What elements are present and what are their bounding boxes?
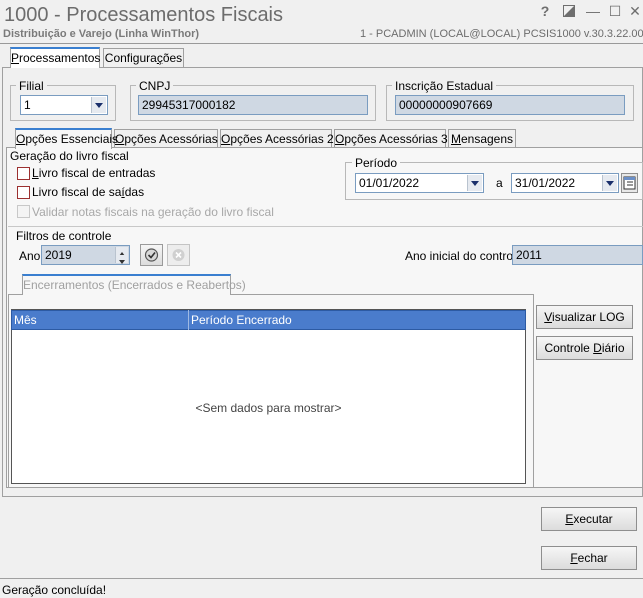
livro-entradas-text: ivro fiscal de entradas (38, 166, 156, 180)
periodo-start-date[interactable]: 01/01/2022 (355, 173, 484, 193)
chevron-down-icon[interactable] (602, 175, 617, 191)
fechar-mnemonic: F (570, 551, 578, 565)
window-title: 1000 - Processamentos Fiscais (4, 4, 284, 26)
close-icon[interactable]: ✕ (626, 2, 643, 20)
ano-inicial-label: Ano inicial do controle (405, 249, 523, 263)
tab-opcoes-acessorias-2-label: pções Acessórias 2 (230, 132, 334, 146)
controle-diario-label-a: Controle (544, 341, 594, 355)
tab-opcoes-acessorias-2-mnemonic: O (221, 132, 231, 146)
validar-notas-checkbox (17, 205, 30, 218)
fechar-label: echar (577, 551, 608, 565)
minimize-icon[interactable]: — (584, 2, 602, 20)
calendar-icon[interactable] (621, 173, 638, 193)
tab-configuracoes[interactable]: Configurações (103, 48, 184, 68)
livro-group-label: Geração do livro fiscal (10, 149, 129, 163)
tab-encerramentos[interactable]: Encerramentos (Encerrados e Reabertos) (22, 274, 246, 295)
column-divider (188, 310, 189, 330)
tab-opcoes-acessorias-3-mnemonic: O (335, 132, 345, 146)
filial-value: 1 (24, 98, 31, 112)
livro-saidas-label[interactable]: Livro fiscal de saídas (32, 185, 144, 199)
ano-value: 2019 (45, 248, 72, 262)
tab-configuracoes-label-b: ões (162, 51, 183, 65)
column-periodo-encerrado[interactable]: Período Encerrado (191, 313, 292, 327)
tab-encerramentos-label: Encerramentos (Encerrados e Reabertos) (23, 278, 246, 292)
ano-label: Ano (19, 249, 41, 263)
ie-field: 00000000907669 (395, 95, 625, 115)
periodo-start-value: 01/01/2022 (359, 176, 420, 190)
title-bar: 1000 - Processamentos Fiscais Distribuiç… (0, 0, 643, 44)
tab-opcoes-acessorias-3-label: pções Acessórias 3 (344, 132, 448, 146)
help-icon[interactable]: ? (536, 2, 554, 20)
periodo-end-value: 31/01/2022 (515, 176, 576, 190)
ie-label: Inscrição Estadual (392, 79, 497, 93)
controle-diario-button[interactable]: Controle Diário (536, 336, 633, 360)
grid-empty-text: <Sem dados para mostrar> (195, 401, 342, 415)
column-mes[interactable]: Mês (14, 313, 37, 327)
filial-select[interactable]: 1 (20, 95, 108, 115)
user-info: 1 - PCADMIN (LOCAL@LOCAL) PCSIS1000 v.30… (360, 28, 643, 40)
livro-saidas-checkbox[interactable] (17, 186, 30, 199)
tab-opcoes-acessorias-3[interactable]: Opções Acessórias 3 (334, 129, 448, 149)
window-subtitle: Distribuição e Varejo (Linha WinThor) (3, 28, 200, 40)
cancel-ano-icon (167, 244, 190, 266)
tab-opcoes-essenciais-label: pções Essenciais (25, 132, 119, 146)
tab-configuracoes-label-a: Configura (104, 51, 157, 65)
livro-saidas-text-b: das (124, 185, 145, 199)
livro-entradas-mnemonic: L (32, 166, 39, 180)
ano-spinner[interactable]: 2019 (41, 245, 130, 265)
tab-opcoes-acessorias[interactable]: Opções Acessórias (114, 129, 218, 149)
tab-processamentos-label: rocessamentos (19, 51, 101, 65)
executar-button[interactable]: Executar (541, 507, 637, 531)
restore-icon[interactable] (560, 2, 578, 20)
validar-notas-label: Validar notas fiscais na geração do livr… (32, 205, 274, 219)
cnpj-field: 29945317000182 (138, 95, 368, 115)
status-bar: Geração concluída! (0, 578, 643, 598)
tab-opcoes-acessorias-2[interactable]: Opções Acessórias 2 (220, 129, 334, 149)
tab-mensagens[interactable]: Mensagens (448, 129, 516, 149)
filtros-group-label: Filtros de controle (16, 229, 112, 243)
executar-label: xecutar (573, 512, 613, 526)
controle-diario-mnemonic: D (593, 341, 602, 355)
fechar-button[interactable]: Fechar (541, 546, 637, 570)
ano-inicial-field: 2011 (512, 245, 643, 265)
spin-down-icon[interactable] (115, 255, 128, 264)
chevron-down-icon[interactable] (467, 175, 482, 191)
livro-saidas-text-a: Livro fiscal de sa (32, 185, 122, 199)
tab-mensagens-mnemonic: M (450, 132, 461, 146)
visualizar-log-mnemonic: V (544, 310, 553, 324)
livro-entradas-checkbox[interactable] (17, 167, 30, 180)
controle-diario-label-b: iário (601, 341, 625, 355)
periodo-label: Período (352, 156, 401, 170)
confirm-ano-icon[interactable] (140, 244, 163, 266)
tab-processamentos-mnemonic: P (11, 51, 20, 65)
visualizar-log-button[interactable]: Visualizar LOG (536, 305, 633, 329)
tab-opcoes-essenciais[interactable]: Opções Essenciais (15, 128, 118, 149)
livro-entradas-label[interactable]: Livro fiscal de entradas (32, 166, 155, 180)
visualizar-log-label: isualizar LOG (552, 310, 625, 324)
spin-up-icon[interactable] (115, 247, 128, 256)
filial-label: Filial (16, 79, 47, 93)
tab-opcoes-acessorias-label: pções Acessórias (124, 132, 218, 146)
tab-mensagens-label: ensagens (460, 132, 514, 146)
maximize-icon[interactable]: ☐ (606, 2, 624, 20)
cnpj-label: CNPJ (136, 79, 174, 93)
chevron-down-icon[interactable] (91, 97, 106, 113)
periodo-end-date[interactable]: 31/01/2022 (511, 173, 619, 193)
tab-processamentos[interactable]: Processamentos (10, 47, 100, 68)
encerramentos-grid[interactable] (11, 309, 526, 484)
tab-opcoes-essenciais-mnemonic: O (16, 132, 26, 146)
periodo-separator: a (496, 176, 503, 190)
status-text: Geração concluída! (2, 583, 107, 597)
